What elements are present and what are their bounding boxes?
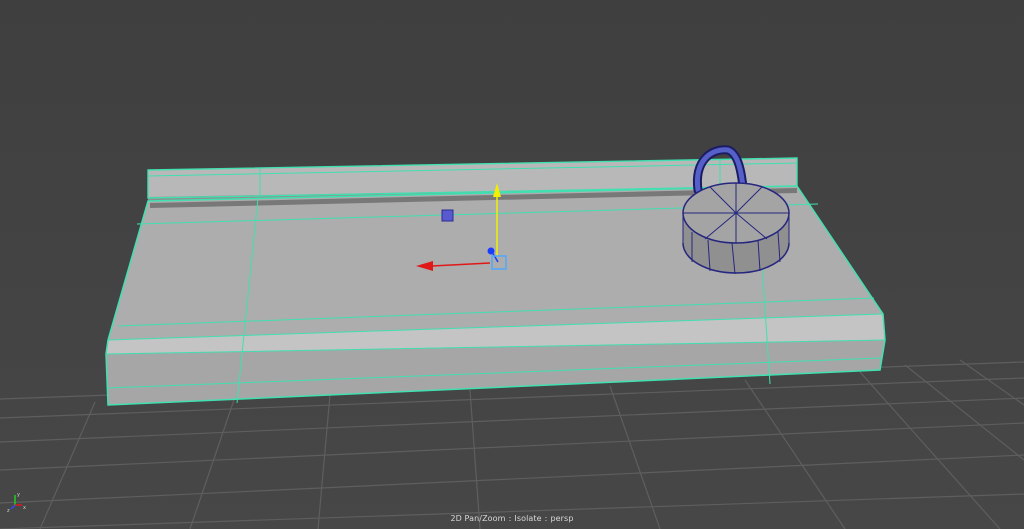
perspective-viewport[interactable]: y x z 2D Pan/Zoom: Isolate: persp [0,0,1024,529]
pivot-marker-icon[interactable] [441,209,454,222]
svg-text:x: x [23,505,26,511]
label-separator: : [508,514,512,523]
camera-name-label: persp [550,514,574,523]
pan-zoom-mode-label: 2D Pan/Zoom [450,514,506,523]
viewport-scene[interactable]: y x z [0,0,1024,529]
viewport-status-label: 2D Pan/Zoom: Isolate: persp [0,514,1024,523]
isolate-label: Isolate [514,514,542,523]
label-separator: : [544,514,548,523]
svg-text:y: y [17,492,20,498]
